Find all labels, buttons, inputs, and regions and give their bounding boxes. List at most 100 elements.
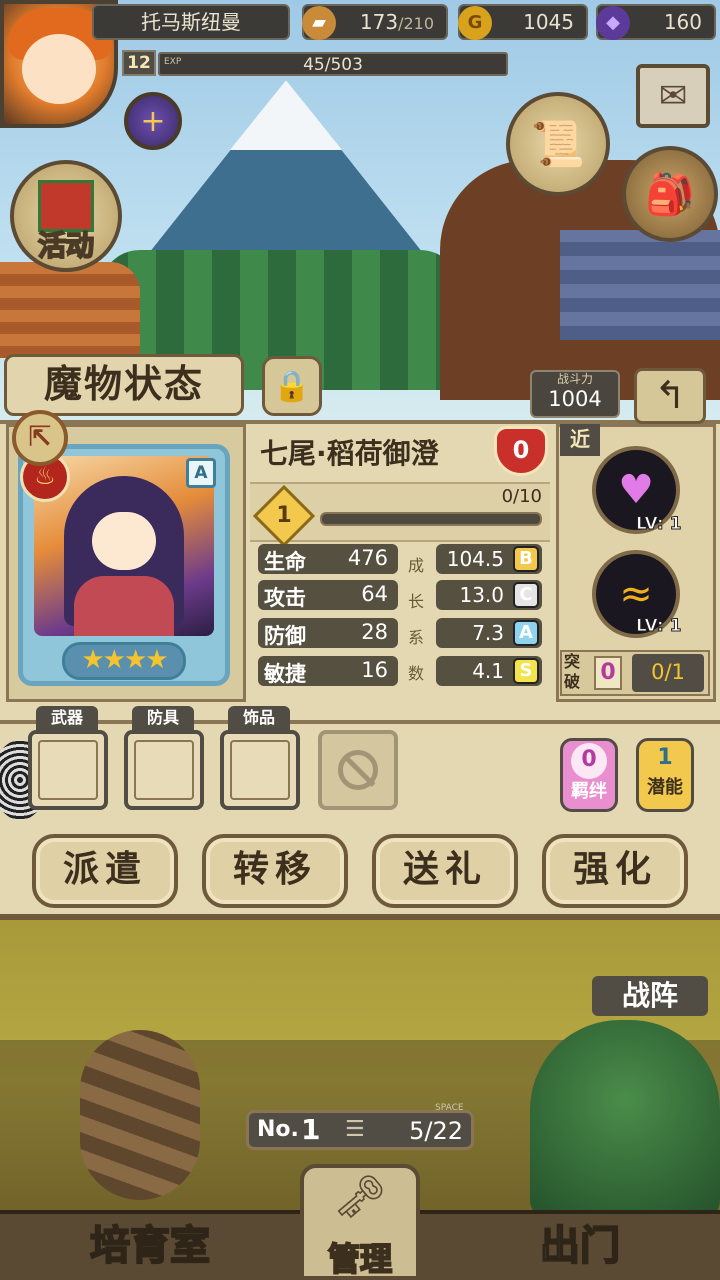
stamina-counter[interactable]: ▰ 173/210: [302, 4, 448, 40]
page-title: 魔物状态: [4, 354, 244, 416]
menu-lines-icon: ☰: [345, 1117, 365, 1142]
mail-button[interactable]: ✉: [636, 64, 710, 128]
prohibited-icon: [338, 750, 378, 790]
fetter-value: 0: [571, 743, 607, 779]
potential-label: 潜能: [647, 777, 683, 798]
breakthrough-label: 突破: [564, 652, 581, 691]
stamina-max: /210: [398, 14, 434, 33]
equip-label-armor: 防具: [132, 706, 194, 730]
stat-name: 敏捷: [264, 662, 306, 686]
growth-value: 7.3: [472, 621, 504, 645]
stat-value: 16: [361, 658, 388, 682]
go-out-button[interactable]: 出门: [480, 1216, 680, 1276]
dispatch-button[interactable]: 派遣: [32, 834, 178, 908]
stat-name: 防御: [264, 624, 306, 648]
scroll-icon: 📜: [530, 119, 586, 170]
slot-inner: [134, 740, 194, 800]
slot-inner: [230, 740, 290, 800]
gem-counter[interactable]: ◆ 160: [596, 4, 716, 40]
player-name: 托马斯纽曼: [92, 4, 290, 40]
breakthrough-count: 0/1: [632, 654, 704, 692]
manage-label: 管理: [327, 1239, 393, 1279]
bag-button[interactable]: 🎒: [622, 146, 718, 242]
keys-icon: 🗝: [333, 1172, 387, 1221]
combat-power-box: 战斗力 1004: [530, 370, 620, 418]
back-button[interactable]: ↰: [634, 368, 706, 424]
buy-gems-button[interactable]: +: [124, 92, 182, 150]
shop-roof-scenery: [560, 230, 720, 340]
counter-no-prefix: No.: [257, 1117, 299, 1142]
growth-row-defense: 7.3 A: [436, 618, 542, 648]
gift-button[interactable]: 送礼: [372, 834, 518, 908]
lock-icon: 🔒: [273, 368, 311, 404]
stat-name: 攻击: [264, 586, 306, 610]
equip-slot-weapon[interactable]: [28, 730, 108, 810]
plus-icon: +: [140, 103, 166, 139]
enhance-button[interactable]: 强化: [542, 834, 688, 908]
manage-button[interactable]: 🗝 管理: [300, 1164, 420, 1280]
stat-row-agility: 敏捷 16: [258, 656, 398, 686]
combat-power-label: 战斗力: [556, 372, 593, 386]
monster-name: 七尾·稻荷御澄: [260, 437, 439, 470]
stat-value: 64: [361, 582, 388, 606]
player-level: 12: [122, 50, 156, 76]
equip-slot-armor[interactable]: [124, 730, 204, 810]
exp-bar: EXP 45/503: [158, 52, 508, 76]
gem-value: 160: [663, 10, 702, 34]
growth-coefficient-label: 成长系数: [407, 556, 424, 683]
back-arrow-icon: ↰: [654, 373, 686, 417]
gold-coin-icon: G: [458, 6, 492, 40]
fetter-label: 羁绊: [571, 781, 607, 802]
stat-name: 生命: [264, 550, 306, 574]
growth-value: 104.5: [446, 547, 504, 571]
star-rating: ★★★★: [62, 642, 186, 680]
gem-icon: ◆: [596, 6, 630, 40]
equip-slot-locked: [318, 730, 398, 810]
potential-button[interactable]: 1 潜能: [636, 738, 694, 812]
gold-counter[interactable]: G 1045: [458, 4, 588, 40]
potential-value: 1: [657, 745, 673, 770]
rank-progress-text: 0/10: [501, 486, 542, 507]
range-tag: 近: [560, 424, 600, 456]
fetter-button[interactable]: 0 羁绊: [560, 738, 618, 812]
tree-scenery: [530, 1020, 720, 1220]
counter-no: 1: [301, 1113, 321, 1146]
lock-button[interactable]: 🔒: [262, 356, 322, 416]
exp-text: 45/503: [303, 55, 363, 75]
portrait-kimono: [74, 576, 174, 636]
rank-level: 1: [276, 503, 292, 528]
growth-grade: A: [513, 620, 539, 646]
tail-scenery: [80, 1030, 200, 1200]
skill-level: LV: 1: [635, 616, 682, 637]
combat-power-value: 1004: [548, 387, 602, 411]
gold-value: 1045: [523, 10, 574, 34]
slot-inner: [38, 740, 98, 800]
event-label: 活动: [37, 228, 95, 263]
bread-icon: ▰: [302, 6, 336, 40]
nursery-button[interactable]: 培育室: [40, 1216, 260, 1276]
share-arrow-icon[interactable]: ⇱: [12, 410, 68, 466]
event-button[interactable]: 活动: [10, 160, 122, 272]
avatar-face: [22, 34, 96, 104]
growth-value: 4.1: [472, 659, 504, 683]
quest-scroll-button[interactable]: 📜: [506, 92, 610, 196]
equip-label-accessory: 饰品: [228, 706, 290, 730]
stamina-current: 173: [359, 10, 399, 34]
growth-grade: C: [513, 582, 539, 608]
equip-label-weapon: 武器: [36, 706, 98, 730]
counter-value: 5/22: [409, 1117, 463, 1145]
formation-button[interactable]: 战阵: [592, 976, 708, 1016]
stat-row-defense: 防御 28: [258, 618, 398, 648]
portrait-face: [92, 512, 156, 570]
growth-row-agility: 4.1 S: [436, 656, 542, 686]
counter-space-label: SPACE: [435, 1103, 464, 1113]
mountain-snowcap: [230, 80, 342, 150]
rank-progress-bar: [320, 512, 542, 526]
growth-row-attack: 13.0 C: [436, 580, 542, 610]
breakthrough-value: 0: [594, 656, 622, 690]
transfer-button[interactable]: 转移: [202, 834, 348, 908]
monster-counter: No. 1 ☰ SPACE 5/22: [246, 1103, 474, 1150]
equip-slot-accessory[interactable]: [220, 730, 300, 810]
growth-row-hp: 104.5 B: [436, 544, 542, 574]
backpack-icon: 🎒: [645, 171, 695, 218]
